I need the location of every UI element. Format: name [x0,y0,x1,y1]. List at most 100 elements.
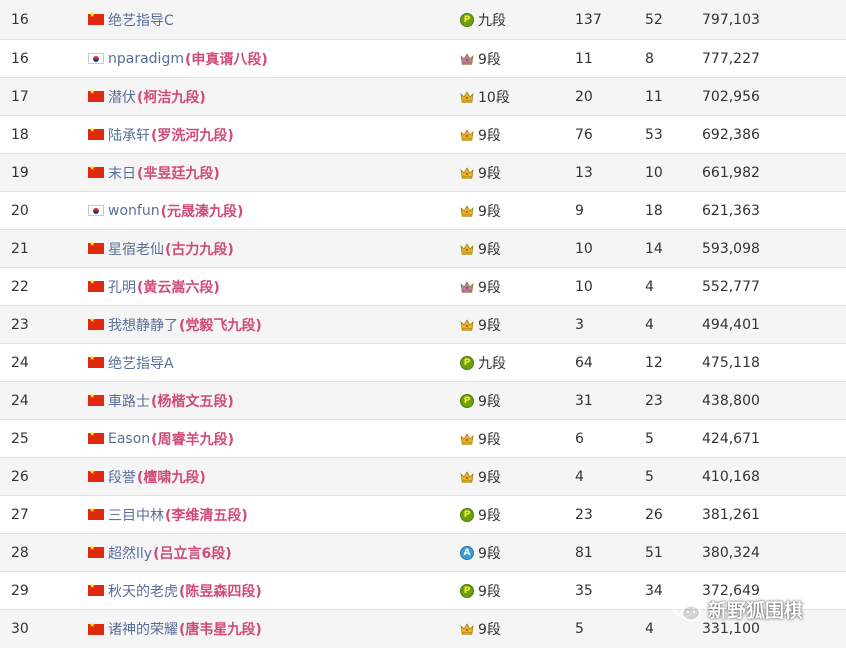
player-username[interactable]: 潜伏 [108,87,136,107]
player-username[interactable]: 绝艺指导A [108,353,174,373]
rank-cell: 16 [11,11,29,28]
player-cell[interactable]: 绝艺指导A [88,344,175,381]
player-cell[interactable]: 我想静静了(党毅飞九段) [88,306,262,343]
level-text: 9段 [478,127,501,144]
table-row: 19 末日(芈昱廷九段) 9段 13 10 661,982 [0,154,846,192]
player-cell[interactable]: 陆承轩(罗洗河九段) [88,116,234,153]
rank-cell: 29 [11,582,29,599]
level-text: 9段 [478,469,501,486]
player-cell[interactable]: 超然lly(吕立言6段) [88,534,232,571]
wins-cell: 14 [645,240,663,257]
table-row: 16 nparadigm (申真谞八段) 9段 11 8 777,227 [0,40,846,78]
player-realname: (申真谞八段) [184,51,268,68]
player-realname: (黄云嵩六段) [137,279,220,296]
player-cell[interactable]: nparadigm (申真谞八段) [88,40,268,77]
score-cell: 777,227 [702,50,760,67]
level-text: 九段 [478,355,506,372]
level-cell: P 9段 [460,496,501,533]
table-row: 22 孔明(黄云嵩六段) 9段 10 4 552,777 [0,268,846,306]
table-row: 16 绝艺指导C P 九段 137 52 797,103 [0,0,846,40]
games-cell: 9 [575,202,584,219]
wins-cell: 10 [645,164,663,181]
player-username[interactable]: 陆承轩 [108,125,150,145]
player-cell[interactable]: 段誉(檀啸九段) [88,458,206,495]
games-cell: 6 [575,430,584,447]
p-badge-icon: P [460,393,474,408]
player-username[interactable]: nparadigm [108,51,184,67]
rank-cell: 27 [11,506,29,523]
china-flag-icon [88,468,104,482]
crown-icon [460,90,474,103]
player-username[interactable]: Eason [108,431,150,447]
wins-cell: 23 [645,392,663,409]
player-cell[interactable]: 潜伏(柯洁九段) [88,78,206,115]
games-cell: 137 [575,11,602,28]
level-text: 九段 [478,12,506,29]
player-username[interactable]: wonfun [108,203,160,219]
level-text: 9段 [478,51,501,68]
table-row: 25 Eason(周睿羊九段) 9段 6 5 424,671 [0,420,846,458]
games-cell: 10 [575,240,593,257]
china-flag-icon [88,506,104,520]
score-cell: 475,118 [702,354,760,371]
table-row: 18 陆承轩(罗洗河九段) 9段 76 53 692,386 [0,116,846,154]
level-cell: P 9段 [460,572,501,609]
rank-cell: 22 [11,278,29,295]
score-cell: 552,777 [702,278,760,295]
crown-icon [460,623,474,635]
player-username[interactable]: 秋天的老虎 [108,581,178,601]
games-cell: 64 [575,354,593,371]
player-username[interactable]: 末日 [108,163,136,183]
score-cell: 424,671 [702,430,760,447]
player-cell[interactable]: 末日(芈昱廷九段) [88,154,220,191]
player-realname: (周睿羊九段) [151,431,234,448]
player-username[interactable]: 三目中林 [108,505,164,525]
level-text: 9段 [478,165,501,182]
player-cell[interactable]: 孔明(黄云嵩六段) [88,268,220,305]
level-text: 9段 [478,431,501,448]
games-cell: 20 [575,88,593,105]
crown-icon [460,242,474,255]
player-username[interactable]: 段誉 [108,467,136,487]
crown-icon [460,166,474,179]
player-username[interactable]: 诸神的荣耀 [108,619,178,639]
table-row: 24 車路士(杨楷文五段) P 9段 31 23 438,800 [0,382,846,420]
score-cell: 381,261 [702,506,760,523]
level-cell: 10段 [460,78,510,115]
player-cell[interactable]: 诸神的荣耀(唐韦星九段) [88,610,262,648]
wins-cell: 12 [645,354,663,371]
player-realname: (柯洁九段) [137,89,206,106]
player-realname: (罗洗河九段) [151,127,234,144]
games-cell: 5 [575,621,584,637]
wins-cell: 5 [645,430,654,447]
wins-cell: 18 [645,202,663,219]
korea-flag-icon [88,205,104,216]
player-username[interactable]: 星宿老仙 [108,239,164,259]
games-cell: 35 [575,582,593,599]
level-text: 9段 [478,317,501,334]
table-row: 24 绝艺指导A P 九段 64 12 475,118 [0,344,846,382]
p-badge-icon: P [460,507,474,522]
player-username[interactable]: 孔明 [108,277,136,297]
player-cell[interactable]: 绝艺指导C [88,0,175,39]
china-flag-icon [88,88,104,102]
player-cell[interactable]: wonfun (元晟溱九段) [88,192,243,229]
wins-cell: 4 [645,621,654,637]
player-cell[interactable]: 三目中林(李维清五段) [88,496,248,533]
games-cell: 11 [575,50,593,67]
player-username[interactable]: 超然lly [108,543,152,563]
player-username[interactable]: 绝艺指导C [108,10,174,30]
score-cell: 797,103 [702,11,760,28]
player-cell[interactable]: 星宿老仙(古力九段) [88,230,234,267]
level-text: 9段 [478,203,501,220]
player-realname: (杨楷文五段) [151,393,234,410]
player-username[interactable]: 我想静静了 [108,315,178,335]
china-flag-icon [88,621,104,635]
player-cell[interactable]: 車路士(杨楷文五段) [88,382,234,419]
rank-cell: 23 [11,316,29,333]
level-cell: 9段 [460,40,501,77]
player-cell[interactable]: 秋天的老虎(陈昱森四段) [88,572,262,609]
player-username[interactable]: 車路士 [108,391,150,411]
player-cell[interactable]: Eason(周睿羊九段) [88,420,234,457]
table-row: 17 潜伏(柯洁九段) 10段 20 11 702,956 [0,78,846,116]
